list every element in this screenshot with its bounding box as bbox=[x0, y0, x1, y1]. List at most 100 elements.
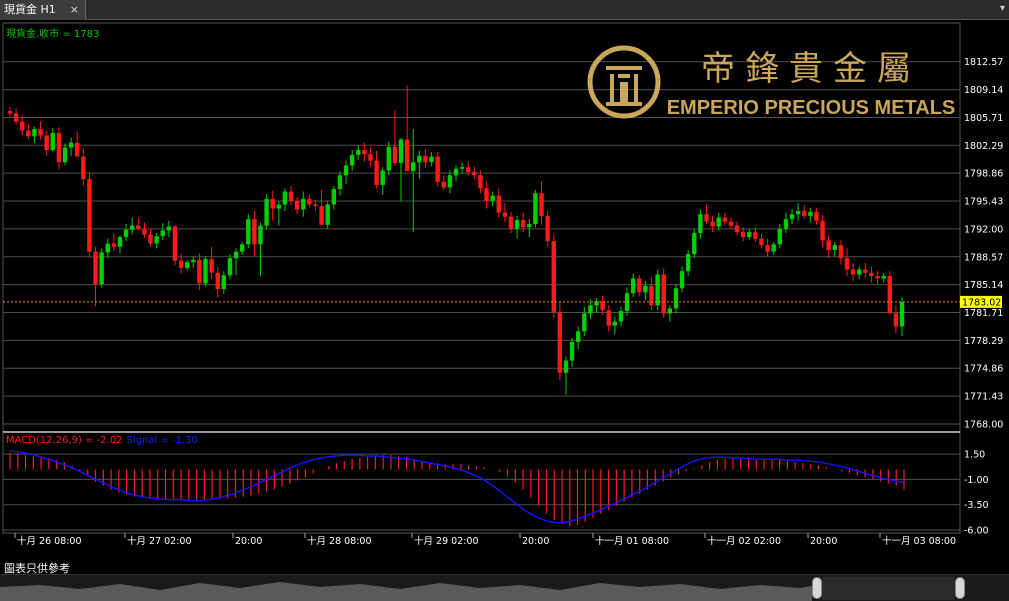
candle-body bbox=[423, 155, 428, 163]
current-price-badge: 1783.02 bbox=[960, 295, 1002, 308]
candle-body bbox=[777, 228, 783, 245]
price-tick-label: 1812.57 bbox=[964, 57, 1003, 68]
price-tick-label: 1778.29 bbox=[964, 336, 1003, 347]
candle-body bbox=[136, 225, 141, 229]
scroll-window[interactable] bbox=[822, 577, 955, 600]
candle-body bbox=[32, 128, 37, 137]
candle-body bbox=[307, 198, 312, 205]
candle-body bbox=[734, 225, 740, 233]
candle-body bbox=[722, 217, 728, 222]
candle-body bbox=[563, 360, 569, 373]
candle-body bbox=[105, 243, 110, 253]
signal-line bbox=[9, 450, 905, 524]
candle-body bbox=[863, 269, 868, 273]
macd-pane bbox=[9, 450, 905, 526]
price-tick-label: 1785.14 bbox=[964, 280, 1003, 291]
time-tick-label: 十一月 02 02:00 bbox=[707, 535, 781, 547]
time-tick-label: 20:00 bbox=[522, 536, 549, 547]
candle-body bbox=[692, 232, 697, 255]
candle-body bbox=[844, 258, 850, 270]
candle-body bbox=[533, 193, 538, 225]
candle-body bbox=[502, 212, 508, 217]
candle-body bbox=[606, 310, 611, 326]
candle-body bbox=[600, 301, 605, 311]
series-label: 現貨金.收市 = 1783 bbox=[6, 27, 99, 40]
scrollbar-overview bbox=[0, 577, 955, 601]
emperio-logo: 帝鋒貴金屬 EMPERIO PRECIOUS METALS bbox=[587, 45, 956, 119]
price-tick-label: 1795.43 bbox=[964, 197, 1003, 208]
price-tick-label: 1774.86 bbox=[964, 364, 1003, 375]
candle-body bbox=[435, 156, 440, 182]
candle-body bbox=[184, 262, 190, 268]
time-tick-label: 十月 29 02:00 bbox=[414, 535, 479, 547]
candle-body bbox=[13, 113, 19, 122]
candle-body bbox=[789, 214, 795, 220]
candle-body bbox=[160, 230, 165, 237]
candle-body bbox=[478, 175, 483, 189]
tab-chart-spot-gold[interactable]: 現貨金 H1 × bbox=[0, 0, 86, 20]
chart-scrollbar[interactable] bbox=[0, 574, 1009, 601]
tab-title: 現貨金 H1 bbox=[4, 3, 56, 16]
candle-body bbox=[203, 258, 208, 284]
candle-body bbox=[343, 165, 349, 176]
candle-body bbox=[783, 219, 789, 229]
candle-body bbox=[148, 234, 153, 244]
candles bbox=[3, 85, 960, 395]
scroll-handle-left[interactable] bbox=[812, 577, 822, 599]
candle-body bbox=[728, 221, 734, 226]
chevron-down-icon[interactable]: ▾ bbox=[1000, 3, 1005, 14]
time-tick-label: 20:00 bbox=[810, 536, 837, 547]
candle-body bbox=[429, 156, 434, 163]
logo-chinese-text: 帝鋒貴金屬 bbox=[701, 49, 921, 89]
candle-body bbox=[178, 260, 184, 268]
close-icon[interactable]: × bbox=[70, 0, 79, 20]
candle-body bbox=[270, 198, 275, 209]
macd-value: MACD(12,26,9) = -2.02 bbox=[6, 435, 123, 446]
current-price: 1783.02 bbox=[962, 297, 1001, 308]
candle-body bbox=[685, 254, 691, 272]
candle-body bbox=[771, 244, 776, 252]
candle-body bbox=[759, 238, 764, 246]
candle-body bbox=[698, 214, 703, 233]
candle-body bbox=[81, 156, 86, 180]
candle-body bbox=[545, 215, 550, 242]
candle-body bbox=[820, 220, 825, 241]
candle-body bbox=[392, 146, 398, 164]
candle-body bbox=[386, 146, 391, 171]
overview-area bbox=[0, 582, 812, 601]
logo-tagline: EMPERIO PRECIOUS METALS bbox=[667, 97, 956, 119]
candle-body bbox=[227, 258, 233, 276]
candle-body bbox=[246, 219, 251, 245]
macd-tick-label: 1.50 bbox=[964, 450, 985, 461]
candle-body bbox=[808, 211, 813, 216]
candle-body bbox=[264, 198, 269, 226]
candle-body bbox=[575, 331, 581, 342]
candle-body bbox=[643, 285, 648, 293]
candle-body bbox=[582, 313, 587, 332]
candle-body bbox=[893, 313, 899, 327]
candle-body bbox=[7, 111, 13, 114]
tab-bar: 現貨金 H1 × ▾ bbox=[0, 0, 1009, 20]
time-axis[interactable]: 十月 26 08:00 十月 27 02:00 20:00 十月 28 08:00 十月… bbox=[14, 533, 956, 547]
candle-body bbox=[294, 201, 300, 210]
candle-body bbox=[667, 308, 673, 314]
candle-body bbox=[301, 198, 306, 210]
candle-body bbox=[472, 172, 477, 176]
candle-body bbox=[239, 244, 245, 252]
price-tick-label: 1805.71 bbox=[964, 113, 1003, 124]
candle-body bbox=[111, 243, 117, 247]
candle-body bbox=[539, 193, 544, 216]
candle-body bbox=[117, 237, 123, 247]
price-tick-label: 1792.00 bbox=[964, 224, 1003, 235]
time-tick-label: 十月 28 08:00 bbox=[307, 535, 372, 547]
macd-label: MACD(12,26,9) = -2.02 Signal = -1.30 bbox=[6, 435, 198, 446]
candle-body bbox=[20, 121, 25, 131]
scroll-handle-right[interactable] bbox=[955, 577, 965, 599]
candle-body bbox=[154, 236, 159, 244]
candle-body bbox=[356, 150, 361, 155]
candle-body bbox=[484, 188, 489, 202]
candle-body bbox=[630, 278, 636, 294]
candle-body bbox=[123, 229, 129, 238]
candle-body bbox=[404, 139, 410, 172]
candle-body bbox=[887, 276, 892, 314]
